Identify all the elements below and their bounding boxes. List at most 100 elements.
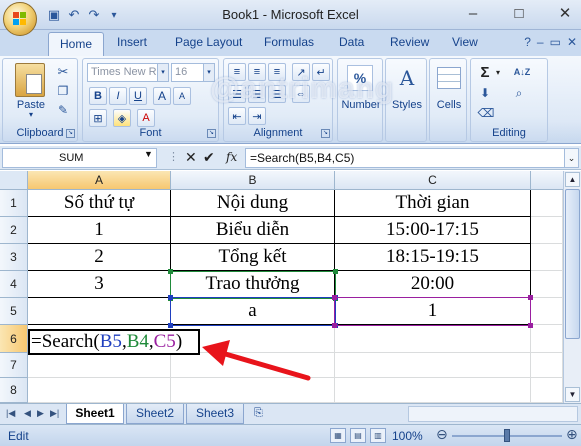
cell-a2[interactable]: 1 <box>28 217 171 244</box>
fill-icon[interactable]: ⬇ <box>477 85 493 101</box>
cells-label[interactable]: Cells <box>430 99 468 111</box>
page-layout-view-icon[interactable]: ▤ <box>350 428 366 443</box>
zoom-in-icon[interactable]: ⊕ <box>566 426 578 443</box>
name-box[interactable]: SUM <box>2 148 157 168</box>
tab-page-layout[interactable]: Page Layout <box>175 35 242 49</box>
tab-home[interactable]: Home <box>48 32 104 57</box>
cell-a3[interactable]: 2 <box>28 244 171 271</box>
formula-input[interactable]: =Search(B5,B4,C5) <box>245 148 565 168</box>
alignment-launcher-icon[interactable]: ↘ <box>321 129 330 138</box>
clear-icon[interactable]: ⌫ <box>477 105 495 121</box>
last-sheet-icon[interactable]: ▶| <box>50 408 59 419</box>
minimize-button[interactable]: – <box>463 3 483 23</box>
office-button[interactable] <box>3 2 37 36</box>
column-header-d[interactable] <box>531 171 563 190</box>
format-painter-icon[interactable]: ✎ <box>55 102 71 118</box>
sheet-tab-sheet2[interactable]: Sheet2 <box>126 404 184 424</box>
cell-a6-editing[interactable]: =Search(B5,B4,C5) <box>28 329 200 355</box>
cells-icon[interactable] <box>437 67 461 89</box>
merge-center-icon[interactable]: ⇔ <box>292 85 310 103</box>
tab-review[interactable]: Review <box>390 35 429 49</box>
align-top-icon[interactable]: ≡ <box>228 63 246 81</box>
insert-function-icon[interactable]: fx <box>226 150 237 164</box>
chevron-down-icon[interactable]: ▾ <box>493 65 503 79</box>
chevron-down-icon[interactable]: ▾ <box>203 64 214 81</box>
row-header-4[interactable]: 4 <box>0 271 28 298</box>
tab-data[interactable]: Data <box>339 35 364 49</box>
tab-formulas[interactable]: Formulas <box>264 35 314 49</box>
cancel-icon[interactable]: ✕ <box>185 149 197 166</box>
font-launcher-icon[interactable]: ↘ <box>207 129 216 138</box>
row-header-8[interactable]: 8 <box>0 378 28 403</box>
cell-d1[interactable] <box>531 190 563 217</box>
close-button[interactable]: ✕ <box>555 3 575 23</box>
row-header-1[interactable]: 1 <box>0 190 28 217</box>
cell-c7[interactable] <box>335 353 531 378</box>
insert-sheet-icon[interactable]: ⎘ <box>254 407 268 420</box>
row-header-7[interactable]: 7 <box>0 353 28 378</box>
cell-a1[interactable]: Số thứ tự <box>28 190 171 217</box>
row-header-5[interactable]: 5 <box>0 298 28 325</box>
normal-view-icon[interactable]: ▦ <box>330 428 346 443</box>
sort-filter-icon[interactable]: A↓Z <box>509 63 535 81</box>
font-name-combo[interactable]: Times New Ro ▾ <box>87 63 169 82</box>
column-header-a[interactable]: A <box>28 171 171 190</box>
grow-font-button[interactable]: A <box>153 87 171 105</box>
sheet-tab-sheet1[interactable]: Sheet1 <box>66 404 124 424</box>
row-header-2[interactable]: 2 <box>0 217 28 244</box>
doc-minimize-icon[interactable]: – <box>537 35 544 49</box>
cell-c8[interactable] <box>335 378 531 403</box>
cell-b3[interactable]: Tổng kết <box>171 244 335 271</box>
vertical-scrollbar[interactable]: ▲ ▼ <box>563 171 581 403</box>
cell-c4[interactable]: 20:00 <box>335 271 531 298</box>
select-all-corner[interactable] <box>0 171 28 190</box>
row-header-3[interactable]: 3 <box>0 244 28 271</box>
horizontal-scrollbar[interactable] <box>408 406 578 422</box>
cell-c2[interactable]: 15:00-17:15 <box>335 217 531 244</box>
doc-close-icon[interactable]: ✕ <box>567 35 577 49</box>
enter-icon[interactable]: ✔ <box>203 149 215 166</box>
align-middle-icon[interactable]: ≡ <box>248 63 266 81</box>
first-sheet-icon[interactable]: |◀ <box>6 408 15 419</box>
help-icon[interactable]: ? <box>524 35 531 49</box>
maximize-button[interactable]: □ <box>509 3 529 23</box>
chevron-down-icon[interactable]: ▼ <box>144 149 153 159</box>
cell-c1[interactable]: Thời gian <box>335 190 531 217</box>
decrease-indent-icon[interactable]: ⇤ <box>228 107 246 125</box>
tab-view[interactable]: View <box>452 35 478 49</box>
scroll-down-icon[interactable]: ▼ <box>565 387 580 402</box>
page-break-view-icon[interactable]: ▥ <box>370 428 386 443</box>
clipboard-launcher-icon[interactable]: ↘ <box>66 129 75 138</box>
align-left-icon[interactable]: ☰ <box>228 85 246 103</box>
doc-restore-icon[interactable]: ▭ <box>550 35 561 49</box>
cell-d2[interactable] <box>531 217 563 244</box>
cell-a5[interactable] <box>28 298 171 325</box>
expand-formula-bar-icon[interactable]: ⌄ <box>564 148 579 168</box>
cell-d7[interactable] <box>531 353 563 378</box>
column-header-b[interactable]: B <box>171 171 335 190</box>
increase-indent-icon[interactable]: ⇥ <box>248 107 266 125</box>
borders-icon[interactable]: ⊞ <box>89 109 107 127</box>
orientation-icon[interactable]: ↗ <box>292 63 310 81</box>
column-header-c[interactable]: C <box>335 171 531 190</box>
percent-icon[interactable]: % <box>347 65 373 91</box>
align-bottom-icon[interactable]: ≡ <box>268 63 286 81</box>
copy-icon[interactable]: ❐ <box>55 83 71 99</box>
autosum-icon[interactable]: Σ <box>477 63 493 81</box>
vertical-scroll-thumb[interactable] <box>565 189 580 339</box>
cell-a8[interactable] <box>28 378 171 403</box>
underline-button[interactable]: U <box>129 87 147 105</box>
styles-icon[interactable]: A <box>394 65 420 91</box>
formula-bar-grip-icon[interactable]: ⋮ <box>168 150 179 166</box>
align-center-icon[interactable]: ☰ <box>248 85 266 103</box>
cell-c6[interactable] <box>335 325 531 353</box>
cell-a4[interactable]: 3 <box>28 271 171 298</box>
cell-d8[interactable] <box>531 378 563 403</box>
cell-d3[interactable] <box>531 244 563 271</box>
font-color-icon[interactable]: A <box>137 109 155 127</box>
bold-button[interactable]: B <box>89 87 107 105</box>
chevron-down-icon[interactable]: ▾ <box>157 64 168 81</box>
sheet-tab-sheet3[interactable]: Sheet3 <box>186 404 244 424</box>
shrink-font-button[interactable]: A <box>173 87 191 105</box>
fill-color-icon[interactable]: ◈ <box>113 109 131 127</box>
